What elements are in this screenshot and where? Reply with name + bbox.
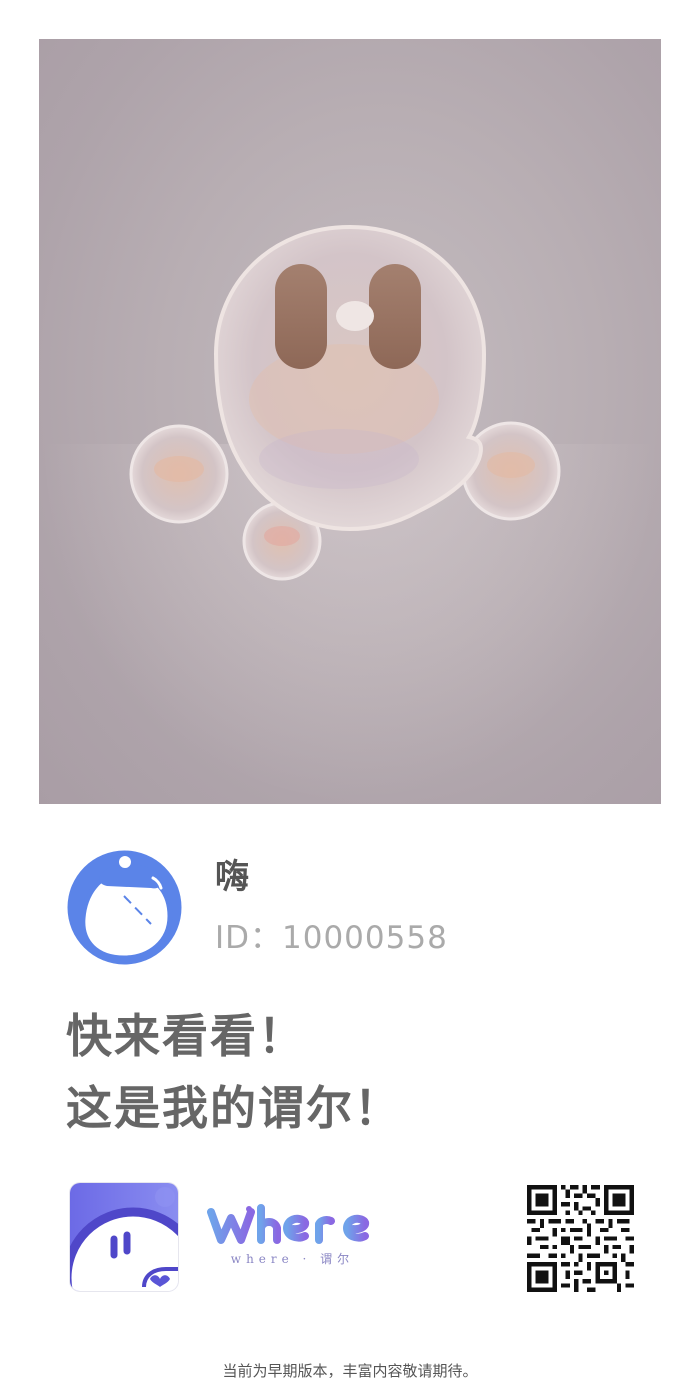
right-eye (369, 264, 421, 369)
where-app-icon (70, 1183, 178, 1291)
hero-image (39, 39, 661, 804)
qr-code[interactable] (527, 1185, 634, 1292)
bubble-avatar-icon (67, 850, 182, 965)
user-nickname: 嗨 (215, 857, 249, 897)
share-message-line2: 这是我的谓尔！ (66, 1081, 402, 1135)
user-id: ID：10000558 (215, 920, 448, 956)
left-eye (275, 264, 327, 369)
share-message: 快来看看！ 这是我的谓尔！ (66, 1000, 402, 1144)
share-message-line1: 快来看看！ (66, 1009, 306, 1063)
nose-highlight (336, 301, 374, 331)
footer-note: 当前为早期版本，丰富内容敬请期待。 (222, 1362, 478, 1380)
bubble-character-illustration (129, 224, 561, 581)
brand-subtitle: where · 谓尔 (230, 1252, 355, 1266)
